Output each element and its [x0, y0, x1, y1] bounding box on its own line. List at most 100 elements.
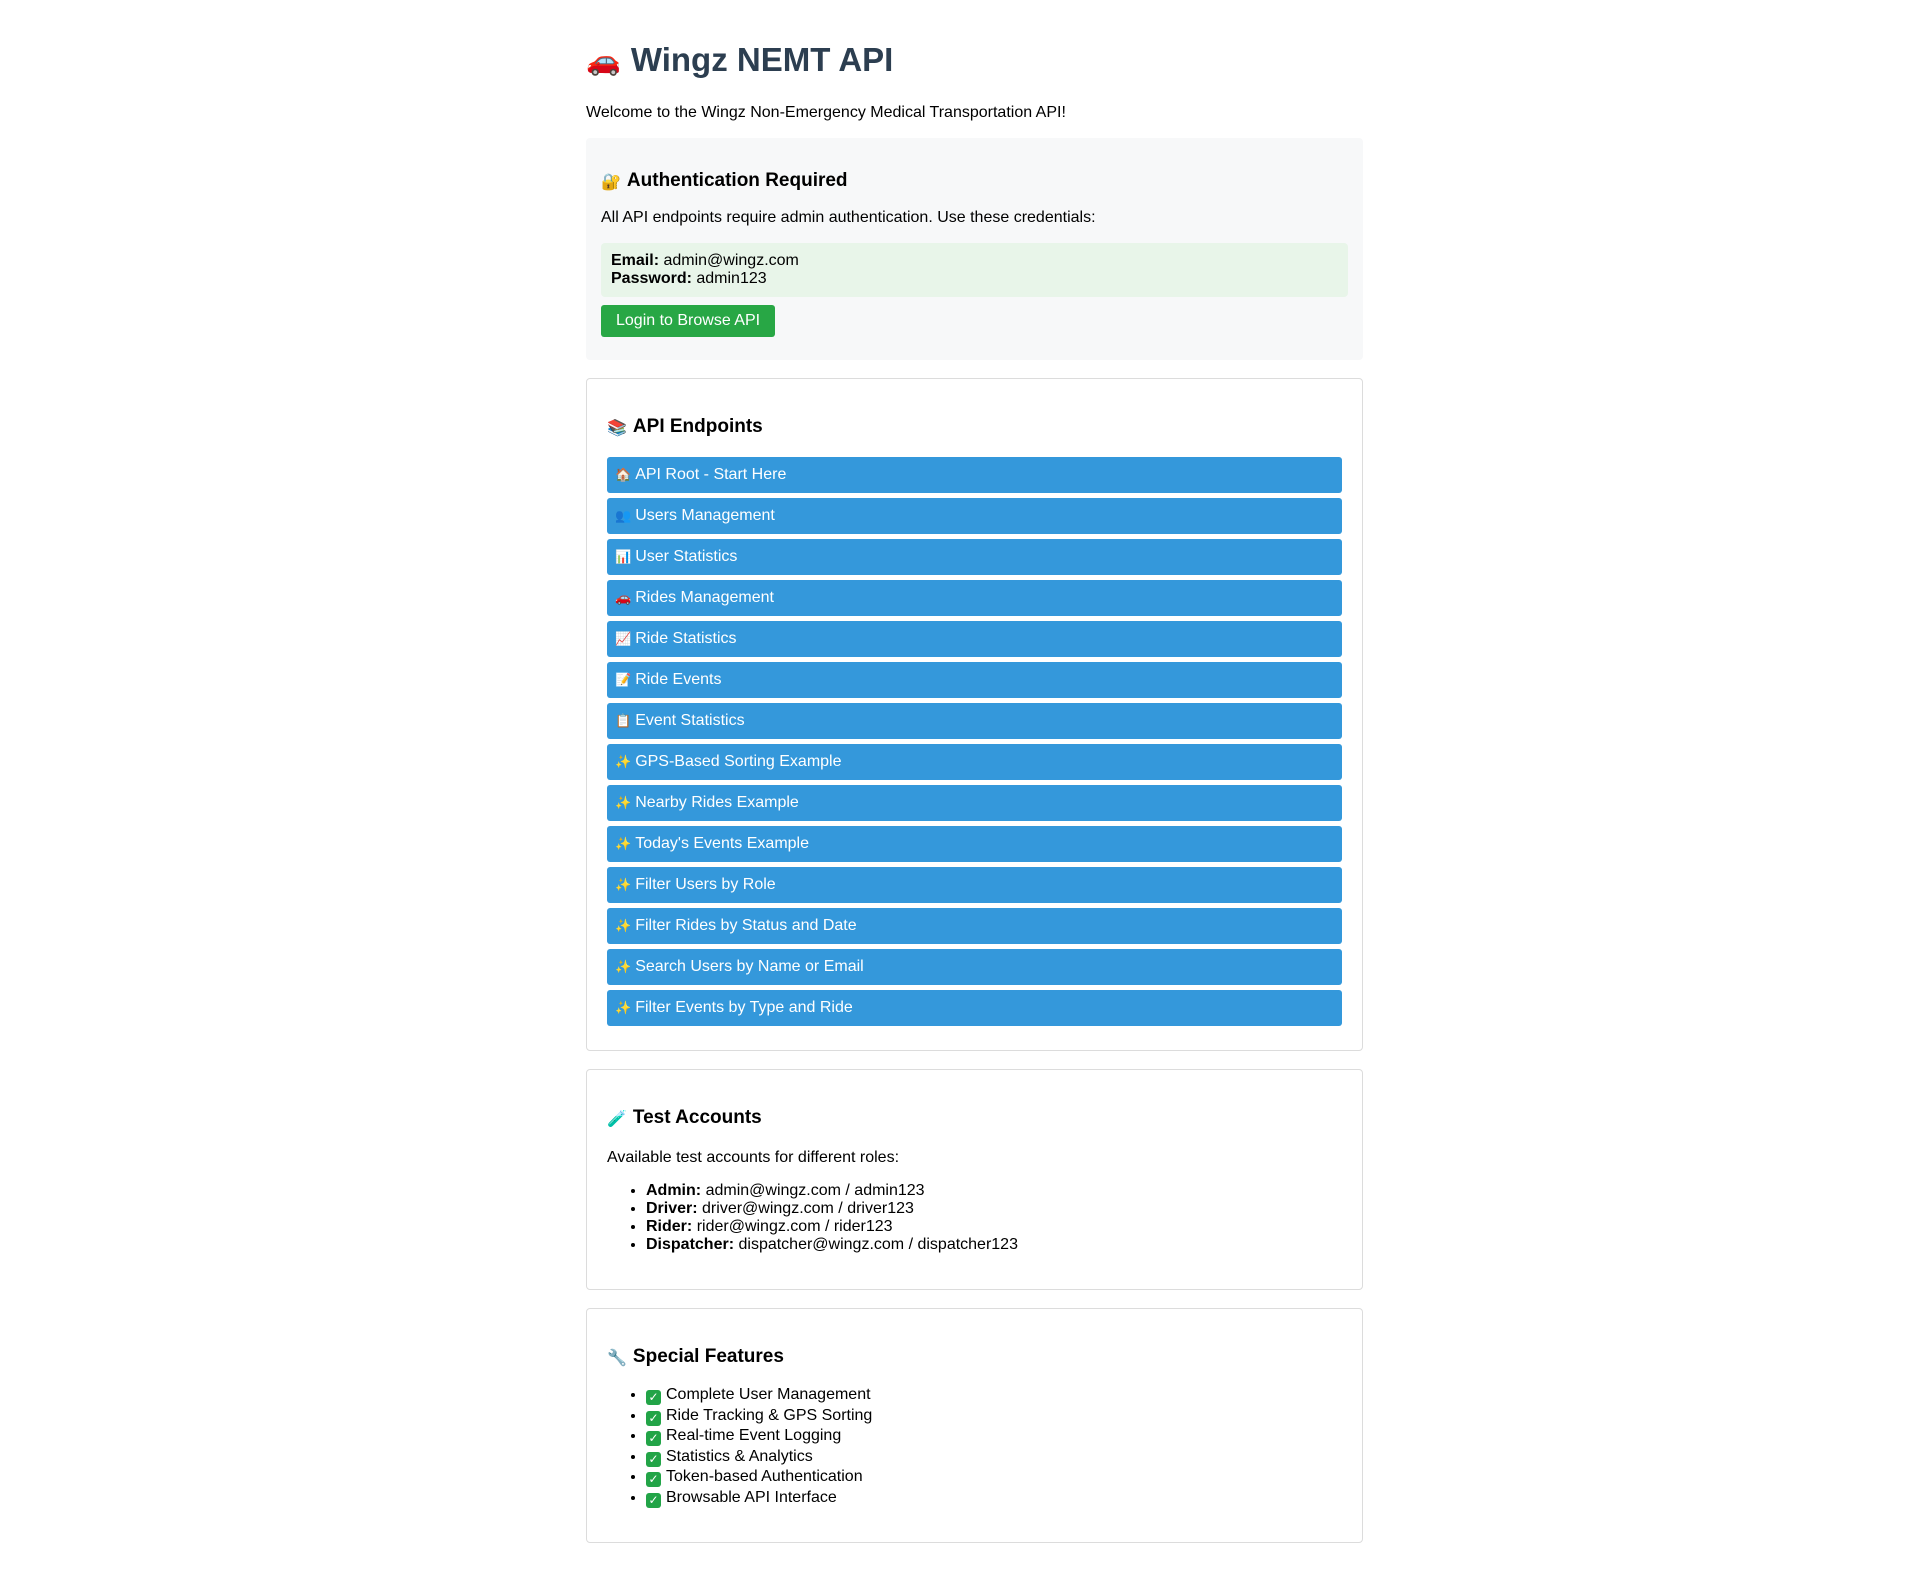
- endpoint-api-root[interactable]: 🏠 API Root - Start Here: [607, 457, 1342, 493]
- password-label: Password:: [611, 270, 692, 287]
- test-tube-icon: 🧪: [607, 1108, 627, 1128]
- test-accounts-intro: Available test accounts for different ro…: [607, 1149, 900, 1166]
- check-mark-icon: ✓: [646, 1492, 661, 1508]
- endpoint-label: API Root - Start Here: [635, 466, 787, 483]
- check-mark-icon: ✓: [646, 1431, 661, 1446]
- endpoint-label: Event Statistics: [635, 712, 745, 729]
- page-title-text: Wingz NEMT API: [630, 41, 894, 78]
- endpoint-rides-management[interactable]: 🚗 Rides Management: [607, 580, 1342, 616]
- list-item: ✓ Ride Tracking & GPS Sorting: [646, 1406, 1342, 1427]
- endpoint-ride-statistics[interactable]: 📈 Ride Statistics: [607, 621, 1342, 657]
- car-icon: 🚗: [586, 43, 621, 77]
- list-item: ✓ Complete User Management: [646, 1385, 1342, 1406]
- list-item: ✓ Statistics & Analytics: [646, 1447, 1342, 1468]
- check-mark-icon: ✓: [646, 1451, 661, 1467]
- endpoint-ride-events[interactable]: 📝 Ride Events: [607, 662, 1342, 698]
- check-mark-icon: ✓: [646, 1390, 661, 1405]
- endpoint-label: Rides Management: [635, 589, 774, 606]
- endpoint-users-management[interactable]: 👥 Users Management: [607, 498, 1342, 534]
- list-item: Dispatcher: dispatcher@wingz.com / dispa…: [646, 1236, 1342, 1254]
- endpoint-label: Today's Events Example: [635, 835, 809, 852]
- feature-label: Real-time Event Logging: [666, 1427, 842, 1444]
- endpoint-label: Filter Rides by Status and Date: [635, 917, 857, 934]
- password-line: Password: admin123: [611, 270, 1338, 288]
- list-item: ✓ Real-time Event Logging: [646, 1426, 1342, 1447]
- house-icon: 🏠: [615, 467, 632, 483]
- email-label: Email:: [611, 252, 660, 269]
- endpoint-label: Users Management: [635, 507, 775, 524]
- endpoints-card: 📚 API Endpoints 🏠 API Root - Start Here …: [586, 378, 1363, 1051]
- page-title: 🚗 Wingz NEMT API: [586, 38, 1363, 82]
- list-item: ✓ Browsable API Interface: [646, 1488, 1342, 1509]
- car-icon: 🚗: [615, 590, 632, 606]
- email-line: Email: admin@wingz.com: [611, 252, 1338, 270]
- special-features-heading: 🔧 Special Features: [607, 1345, 1342, 1369]
- endpoint-filter-events-by-type-ride[interactable]: ✨ Filter Events by Type and Ride: [607, 990, 1342, 1026]
- list-item: Driver: driver@wingz.com / driver123: [646, 1200, 1342, 1218]
- endpoints-heading: 📚 API Endpoints: [607, 415, 1342, 439]
- test-accounts-card: 🧪 Test Accounts Available test accounts …: [586, 1069, 1363, 1290]
- special-features-heading-text: Special Features: [632, 1346, 784, 1367]
- test-accounts-heading: 🧪 Test Accounts: [607, 1106, 1342, 1130]
- login-button[interactable]: Login to Browse API: [601, 305, 776, 337]
- endpoint-label: Filter Events by Type and Ride: [635, 999, 853, 1016]
- endpoint-user-statistics[interactable]: 📊 User Statistics: [607, 539, 1342, 575]
- auth-heading-text: Authentication Required: [626, 170, 848, 191]
- sparkles-icon: ✨: [615, 959, 632, 975]
- feature-label: Token-based Authentication: [666, 1468, 863, 1485]
- check-mark-icon: ✓: [646, 1410, 661, 1426]
- password-value: admin123: [696, 270, 767, 287]
- email-value: admin@wingz.com: [663, 252, 799, 269]
- feature-label: Complete User Management: [666, 1386, 871, 1403]
- endpoint-label: Ride Statistics: [635, 630, 737, 647]
- endpoint-filter-users-by-role[interactable]: ✨ Filter Users by Role: [607, 867, 1342, 903]
- bar-chart-icon: 📊: [615, 549, 632, 565]
- check-mark-icon: ✓: [646, 1472, 661, 1487]
- role-label: Dispatcher:: [646, 1236, 735, 1253]
- auth-description: All API endpoints require admin authenti…: [601, 209, 1096, 226]
- auth-heading: 🔐 Authentication Required: [601, 169, 1348, 193]
- endpoint-search-users[interactable]: ✨ Search Users by Name or Email: [607, 949, 1342, 985]
- sparkles-icon: ✨: [615, 877, 632, 893]
- page-container: 🚗 Wingz NEMT API Welcome to the Wingz No…: [586, 0, 1363, 1543]
- list-item: Rider: rider@wingz.com / rider123: [646, 1218, 1342, 1236]
- sparkles-icon: ✨: [615, 918, 632, 934]
- endpoints-heading-text: API Endpoints: [632, 416, 763, 437]
- account-credentials: driver@wingz.com / driver123: [702, 1200, 914, 1217]
- sparkles-icon: ✨: [615, 795, 632, 811]
- list-item: Admin: admin@wingz.com / admin123: [646, 1182, 1342, 1200]
- lock-key-icon: 🔐: [601, 171, 621, 191]
- intro-text: Welcome to the Wingz Non-Emergency Medic…: [586, 104, 1066, 121]
- special-features-card: 🔧 Special Features ✓ Complete User Manage…: [586, 1308, 1363, 1543]
- feature-label: Browsable API Interface: [666, 1488, 837, 1506]
- account-credentials: dispatcher@wingz.com / dispatcher123: [738, 1236, 1018, 1253]
- endpoint-filter-rides-by-status-date[interactable]: ✨ Filter Rides by Status and Date: [607, 908, 1342, 944]
- wrench-icon: 🔧: [607, 1347, 627, 1367]
- feature-label: Ride Tracking & GPS Sorting: [666, 1406, 873, 1424]
- endpoint-list: 🏠 API Root - Start Here 👥 Users Manageme…: [607, 457, 1342, 1026]
- features-list: ✓ Complete User Management ✓ Ride Tracking…: [607, 1385, 1342, 1508]
- credentials-box: Email: admin@wingz.com Password: admin12…: [601, 243, 1348, 297]
- endpoint-gps-sorting-example[interactable]: ✨ GPS-Based Sorting Example: [607, 744, 1342, 780]
- trend-chart-icon: 📈: [615, 631, 632, 647]
- endpoint-event-statistics[interactable]: 📋 Event Statistics: [607, 703, 1342, 739]
- endpoint-label: Ride Events: [635, 671, 722, 688]
- endpoint-todays-events-example[interactable]: ✨ Today's Events Example: [607, 826, 1342, 862]
- endpoint-label: GPS-Based Sorting Example: [635, 753, 842, 770]
- books-icon: 📚: [607, 417, 627, 437]
- account-credentials: rider@wingz.com / rider123: [696, 1218, 893, 1235]
- endpoint-label: Filter Users by Role: [635, 876, 776, 893]
- auth-panel: 🔐 Authentication Required All API endpoi…: [586, 138, 1363, 360]
- role-label: Rider:: [646, 1218, 693, 1235]
- clipboard-icon: 📋: [615, 713, 632, 729]
- endpoint-label: Nearby Rides Example: [635, 794, 799, 811]
- endpoint-nearby-rides-example[interactable]: ✨ Nearby Rides Example: [607, 785, 1342, 821]
- account-credentials: admin@wingz.com / admin123: [705, 1182, 925, 1199]
- list-item: ✓ Token-based Authentication: [646, 1467, 1342, 1488]
- test-accounts-heading-text: Test Accounts: [632, 1107, 762, 1128]
- sparkles-icon: ✨: [615, 754, 632, 770]
- role-label: Driver:: [646, 1200, 698, 1217]
- users-icon: 👥: [615, 508, 632, 524]
- role-label: Admin:: [646, 1182, 702, 1199]
- feature-label: Statistics & Analytics: [666, 1447, 813, 1465]
